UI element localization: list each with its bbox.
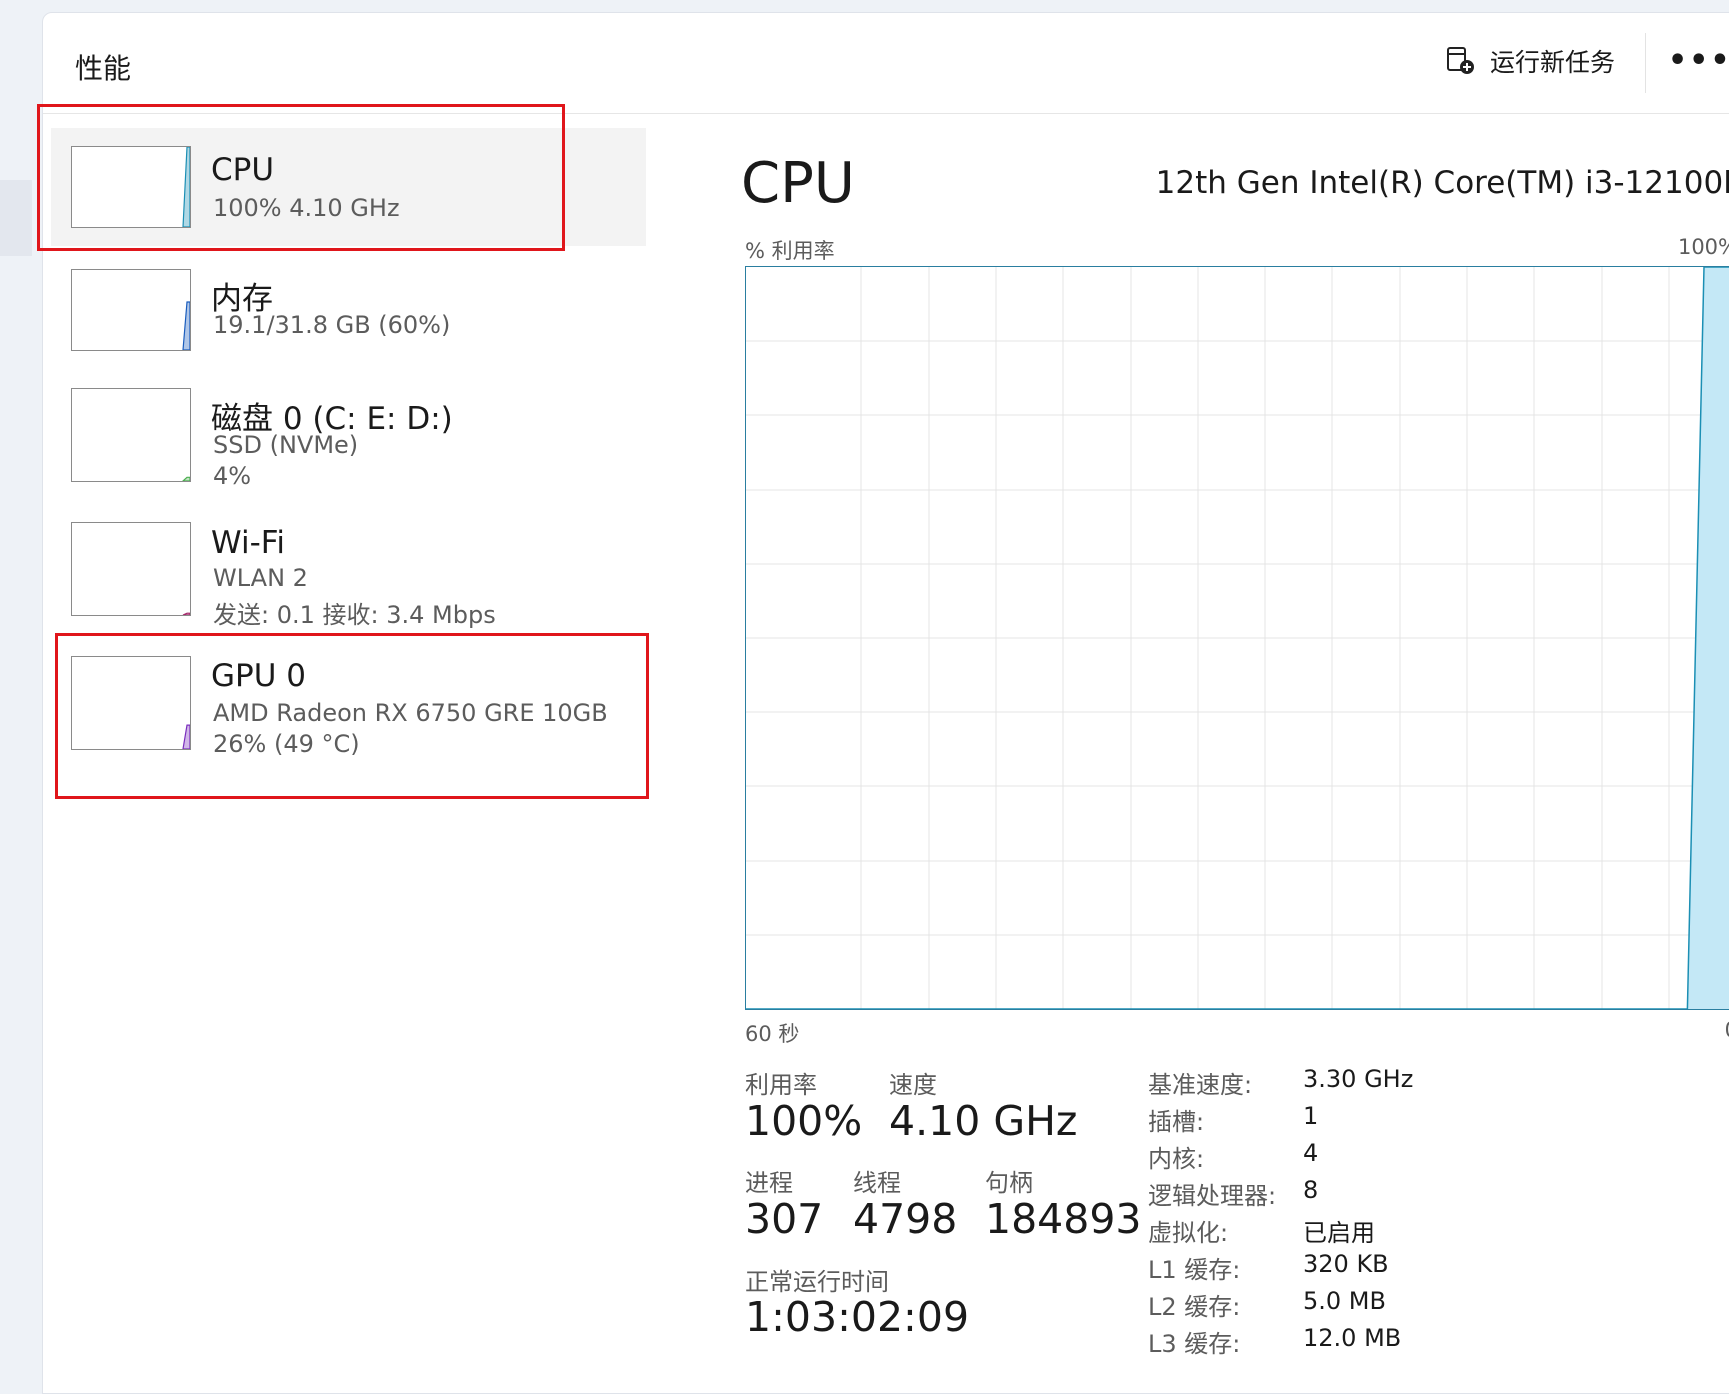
- header: 性能 运行新任务 •••: [43, 13, 1729, 114]
- base-speed-value: 3.30 GHz: [1303, 1065, 1414, 1093]
- speed-value: 4.10 GHz: [889, 1097, 1078, 1145]
- sidebar-item-title: Wi-Fi: [211, 525, 285, 561]
- uptime-value: 1:03:02:09: [745, 1293, 970, 1341]
- sidebar-item-subtitle: SSD (NVMe): [213, 431, 359, 459]
- virtualization-key: 虚拟化:: [1148, 1219, 1229, 1247]
- sidebar-item-memory[interactable]: 内存 19.1/31.8 GB (60%): [51, 253, 646, 363]
- sidebar-item-cpu[interactable]: CPU 100% 4.10 GHz: [51, 128, 646, 246]
- thumbnail-graph-svg: [182, 301, 190, 350]
- sidebar-item-subtitle: AMD Radeon RX 6750 GRE 10GB: [213, 699, 608, 727]
- sidebar-item-subtitle: 19.1/31.8 GB (60%): [213, 311, 451, 339]
- sidebar-item-title: GPU 0: [211, 658, 306, 694]
- utilization-value: 100%: [745, 1097, 863, 1145]
- sidebar-item-disk[interactable]: 磁盘 0 (C: E: D:) SSD (NVMe) 4%: [51, 373, 646, 498]
- cores-key: 内核:: [1148, 1145, 1205, 1173]
- cpu-usage-chart: [745, 266, 1729, 1010]
- handles-label: 句柄: [985, 1169, 1033, 1197]
- logical-processors-key: 逻辑处理器:: [1148, 1182, 1277, 1210]
- thumbnail-usage-spike: [182, 612, 190, 615]
- nav-rail-highlight: [0, 180, 32, 256]
- l3-cache-value: 12.0 MB: [1303, 1324, 1402, 1352]
- processes-label: 进程: [745, 1169, 793, 1197]
- speed-label: 速度: [889, 1071, 937, 1099]
- sidebar-item-detail: 4%: [213, 462, 252, 490]
- thumbnail-usage-spike: [182, 147, 190, 227]
- thumbnail-graph-svg: [182, 476, 190, 481]
- header-divider: [1645, 33, 1646, 93]
- cpu-chart-svg: [746, 266, 1729, 1010]
- sidebar-item-detail: 26% (49 °C): [213, 730, 360, 758]
- run-new-task-button[interactable]: 运行新任务: [1446, 43, 1615, 79]
- gpu-thumbnail-graph: [71, 656, 191, 750]
- l1-cache-value: 320 KB: [1303, 1250, 1389, 1278]
- chart-x-end-label: 0: [1643, 1018, 1729, 1042]
- l2-cache-key: L2 缓存:: [1148, 1293, 1241, 1321]
- utilization-label: 利用率: [745, 1071, 817, 1099]
- base-speed-key: 基准速度:: [1148, 1071, 1253, 1099]
- task-manager-window: 性能 运行新任务 ••• CPU 100% 4.10 GHz 内存 19.1/3…: [37, 12, 1729, 1394]
- thumbnail-graph-svg: [182, 147, 190, 227]
- virtualization-value: 已启用: [1303, 1219, 1375, 1247]
- chart-x-start-label: 60 秒: [745, 1022, 800, 1046]
- memory-thumbnail-graph: [71, 269, 191, 351]
- sockets-value: 1: [1303, 1102, 1319, 1130]
- wifi-thumbnail-graph: [71, 522, 191, 616]
- detail-title: CPU: [741, 151, 855, 216]
- sockets-key: 插槽:: [1148, 1108, 1205, 1136]
- handles-value: 184893: [985, 1195, 1142, 1243]
- uptime-label: 正常运行时间: [745, 1268, 889, 1296]
- sidebar-item-title: CPU: [211, 152, 275, 188]
- processes-value: 307: [745, 1195, 824, 1243]
- sidebar-item-gpu[interactable]: GPU 0 AMD Radeon RX 6750 GRE 10GB 26% (4…: [51, 643, 646, 768]
- sidebar-item-detail: 发送: 0.1 接收: 3.4 Mbps: [213, 601, 496, 629]
- sidebar-item-subtitle: WLAN 2: [213, 564, 308, 592]
- thumbnail-usage-spike: [182, 301, 190, 350]
- threads-value: 4798: [853, 1195, 958, 1243]
- disk-thumbnail-graph: [71, 388, 191, 482]
- chart-y-max-label: 100%: [1677, 235, 1729, 259]
- cpu-model-name: 12th Gen Intel(R) Core(TM) i3-12100F: [1155, 165, 1729, 201]
- more-dots-icon[interactable]: •••: [1668, 43, 1729, 78]
- sidebar-item-subtitle: 100% 4.10 GHz: [213, 194, 400, 222]
- logical-processors-value: 8: [1303, 1176, 1319, 1204]
- thumbnail-graph-svg: [182, 724, 190, 749]
- l2-cache-value: 5.0 MB: [1303, 1287, 1386, 1315]
- new-task-icon: [1447, 47, 1474, 74]
- l1-cache-key: L1 缓存:: [1148, 1256, 1241, 1284]
- chart-y-axis-label: % 利用率: [745, 239, 835, 263]
- cpu-thumbnail-graph: [71, 146, 191, 228]
- l3-cache-key: L3 缓存:: [1148, 1330, 1241, 1358]
- cores-value: 4: [1303, 1139, 1319, 1167]
- thumbnail-usage-spike: [182, 476, 190, 481]
- sidebar-item-wifi[interactable]: Wi-Fi WLAN 2 发送: 0.1 接收: 3.4 Mbps: [51, 508, 646, 633]
- thumbnail-usage-spike: [182, 724, 190, 749]
- page-title: 性能: [75, 52, 132, 85]
- run-new-task-label: 运行新任务: [1490, 48, 1616, 77]
- thumbnail-graph-svg: [182, 612, 190, 615]
- threads-label: 线程: [853, 1169, 901, 1197]
